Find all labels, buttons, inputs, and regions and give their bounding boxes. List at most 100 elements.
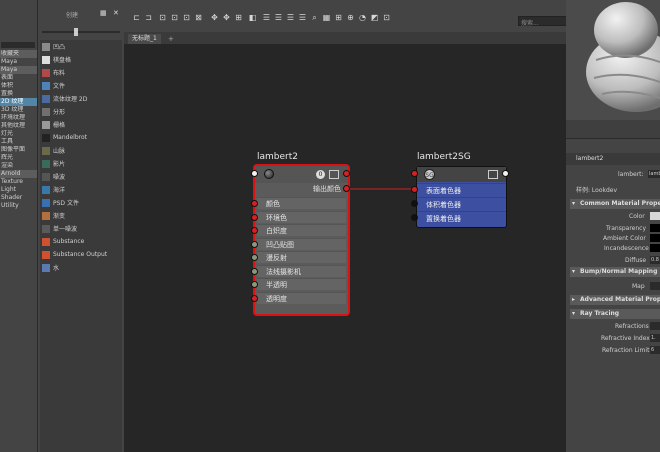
search-node-icon[interactable]: ⌕	[310, 13, 319, 22]
sg-attribute-row[interactable]: 体积着色器	[417, 197, 506, 211]
slider-thumb[interactable]	[74, 28, 78, 36]
viewport-panel[interactable]	[566, 0, 660, 138]
attribute-input-port[interactable]	[251, 200, 258, 207]
category-item[interactable]: 环境纹理	[0, 114, 37, 122]
sg-attribute-port[interactable]	[411, 200, 418, 207]
refraction-limit-field[interactable]: 6	[650, 346, 660, 354]
attribute-input-port[interactable]	[251, 267, 258, 275]
section-advanced-material[interactable]: Advanced Material Properties	[570, 295, 660, 305]
attribute-input-port[interactable]	[251, 281, 258, 288]
category-item[interactable]: 体积	[0, 82, 37, 90]
clear-graph-icon[interactable]: ⊠	[194, 13, 203, 22]
category-item[interactable]: 收藏夹	[0, 50, 37, 58]
lambert-attribute-row[interactable]: 白炽度	[257, 224, 346, 236]
show-all-icon[interactable]: ☰	[286, 13, 295, 22]
category-item[interactable]: Maya	[0, 58, 37, 66]
custom-view-icon[interactable]: ☰	[298, 13, 307, 22]
attribute-input-port[interactable]	[251, 240, 258, 248]
lambert-name-field[interactable]: lamb	[648, 170, 660, 178]
add-selected-icon[interactable]: ✥	[222, 13, 231, 22]
create-node-item[interactable]: 影片	[40, 157, 122, 170]
attribute-input-port[interactable]	[251, 227, 258, 234]
shading-group-node[interactable]: SG 表面着色器 体积着色器 置换着色器	[416, 166, 507, 228]
section-common-material[interactable]: Common Material Properties	[570, 199, 660, 209]
tab-lambert2[interactable]: lambert2	[576, 155, 603, 162]
lambert-attribute-row[interactable]: 法线摄影机	[257, 264, 346, 277]
node-menu-icon[interactable]	[329, 170, 339, 179]
section-ray-tracing[interactable]: Ray Tracing	[570, 309, 660, 319]
sg-input-port-main[interactable]	[411, 170, 418, 177]
category-item[interactable]: Texture	[0, 178, 37, 186]
create-node-item[interactable]: 单一噪波	[40, 222, 122, 235]
create-node-item[interactable]: 渐变	[40, 209, 122, 222]
add-tab-button[interactable]: +	[168, 34, 174, 44]
lambert-attribute-row[interactable]: 半透明	[257, 278, 346, 290]
attribute-input-port[interactable]	[251, 294, 258, 302]
grid-icon[interactable]: ▦	[322, 13, 331, 22]
category-item[interactable]: Shader	[0, 194, 37, 202]
section-bump-normal[interactable]: Bump/Normal Mapping	[570, 267, 660, 277]
lambert-node-title[interactable]: lambert2	[257, 152, 298, 162]
toggle-icon[interactable]: ◩	[370, 13, 379, 22]
lambert-attribute-row[interactable]: 凹凸贴图	[257, 237, 346, 250]
sg-attribute-row[interactable]: 置换着色器	[417, 211, 506, 225]
lambert-output-port-main[interactable]	[343, 170, 350, 177]
output-color-label[interactable]: 输出颜色	[255, 184, 348, 195]
sg-attribute-port[interactable]	[411, 214, 418, 221]
frame-all-icon[interactable]: ⊏	[132, 13, 141, 22]
create-node-item[interactable]: Substance Output	[40, 248, 122, 261]
sg-output-port[interactable]	[502, 170, 509, 177]
attribute-input-port[interactable]	[251, 254, 258, 261]
show-simple-icon[interactable]: ☰	[262, 13, 271, 22]
category-item[interactable]: Maya	[0, 66, 37, 74]
create-node-item[interactable]: 山脉	[40, 144, 122, 157]
show-connected-icon[interactable]: ☰	[274, 13, 283, 22]
create-node-item[interactable]: PSD 文件	[40, 196, 122, 209]
create-node-item[interactable]: Substance	[40, 235, 122, 248]
grid-view-icon[interactable]: ▦	[100, 9, 107, 17]
settings-icon[interactable]: ⊡	[382, 13, 391, 22]
category-item[interactable]: 辉光	[0, 154, 37, 162]
ambient-swatch[interactable]	[650, 234, 660, 242]
create-node-item[interactable]: 棋盘格	[40, 53, 122, 66]
tab-untitled[interactable]: 无标题_1	[128, 34, 161, 44]
lambert-node[interactable]: 0 输出颜色 颜色 环境色 白炽度 凹凸贴图 漫反射 法线摄影机 半透明 透明度	[253, 164, 350, 316]
category-item[interactable]: 置换	[0, 90, 37, 98]
create-node-item[interactable]: 栅格	[40, 118, 122, 131]
diffuse-field[interactable]: 0.8	[650, 256, 660, 264]
frame-selection-icon[interactable]: ⊐	[144, 13, 153, 22]
category-item[interactable]: 其他纹理	[0, 122, 37, 130]
lambert-attribute-row[interactable]: 颜色	[257, 197, 346, 209]
sg-node-header[interactable]: SG	[417, 167, 506, 182]
lambert-attribute-row[interactable]: 漫反射	[257, 251, 346, 263]
restore-icon[interactable]: ◔	[358, 13, 367, 22]
category-item[interactable]: 2D 纹理	[0, 98, 37, 106]
map-field[interactable]	[650, 282, 660, 290]
lambert-attribute-row[interactable]: 环境色	[257, 210, 346, 223]
out-color-port[interactable]	[343, 185, 350, 192]
category-item[interactable]: Arnold	[0, 170, 37, 178]
create-node-item[interactable]: 布料	[40, 66, 122, 79]
refractive-index-field[interactable]: 1.	[650, 334, 660, 342]
create-node-item[interactable]: 海洋	[40, 183, 122, 196]
category-item[interactable]: 3D 纹理	[0, 106, 37, 114]
category-item[interactable]: Utility	[0, 202, 37, 210]
bookmark-icon[interactable]: ⊕	[346, 13, 355, 22]
create-node-item[interactable]: Mandelbrot	[40, 131, 122, 144]
category-item[interactable]: 灯光	[0, 130, 37, 138]
create-node-item[interactable]: 文件	[40, 79, 122, 92]
category-item[interactable]: 图像平面	[0, 146, 37, 154]
refractions-checkbox[interactable]	[650, 322, 660, 330]
lambert-input-port[interactable]	[251, 170, 258, 177]
category-item[interactable]: 渲染	[0, 162, 37, 170]
lambert-node-header[interactable]: 0	[255, 166, 348, 183]
incandescence-swatch[interactable]	[650, 244, 660, 252]
close-icon[interactable]: ✕	[113, 9, 119, 17]
snap-grid-icon[interactable]: ⊞	[334, 13, 343, 22]
lambert-attribute-row[interactable]: 透明度	[257, 291, 346, 304]
sg-attribute-row[interactable]: 表面着色器	[417, 183, 506, 197]
in-out-connections-icon[interactable]: ⊡	[182, 13, 191, 22]
create-node-item[interactable]: 噪波	[40, 170, 122, 183]
create-node-item[interactable]: 分形	[40, 105, 122, 118]
remove-selected-icon[interactable]: ✥	[210, 13, 219, 22]
